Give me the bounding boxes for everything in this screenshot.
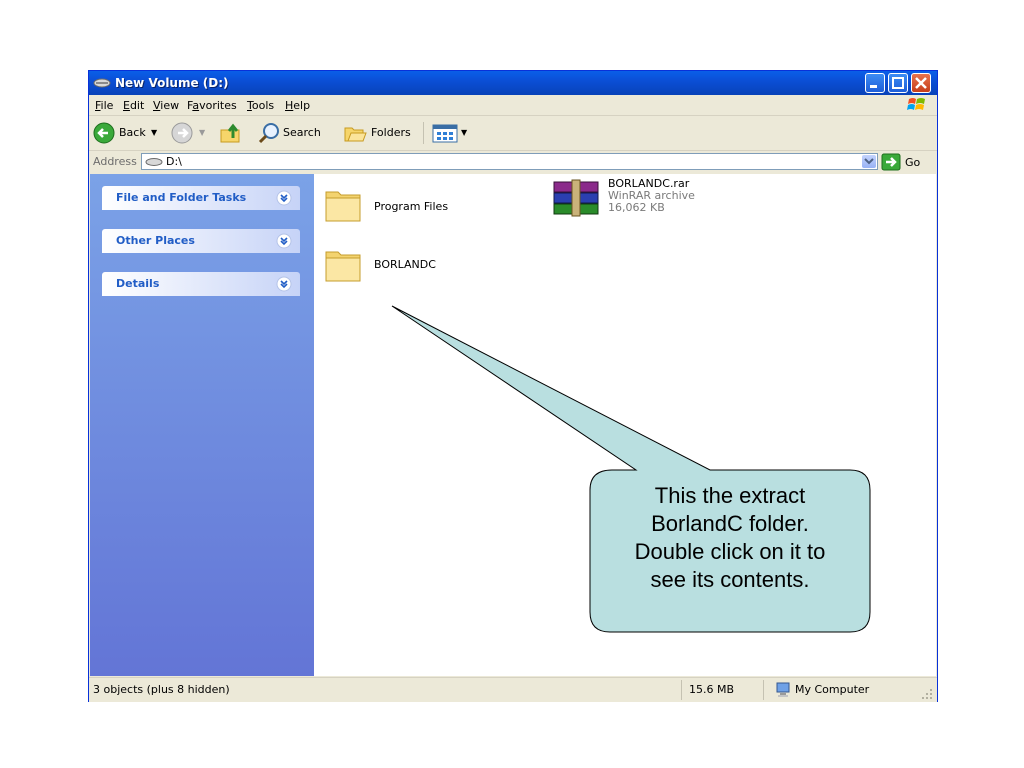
- callout-line: Double click on it to: [634, 539, 826, 564]
- callout-line: This the extract: [654, 483, 806, 508]
- callout-bubble: [391, 305, 871, 633]
- callout-text: This the extract BorlandC folder. Double…: [590, 482, 870, 594]
- callout-line: BorlandC folder.: [651, 511, 809, 536]
- callout-line: see its contents.: [650, 567, 810, 592]
